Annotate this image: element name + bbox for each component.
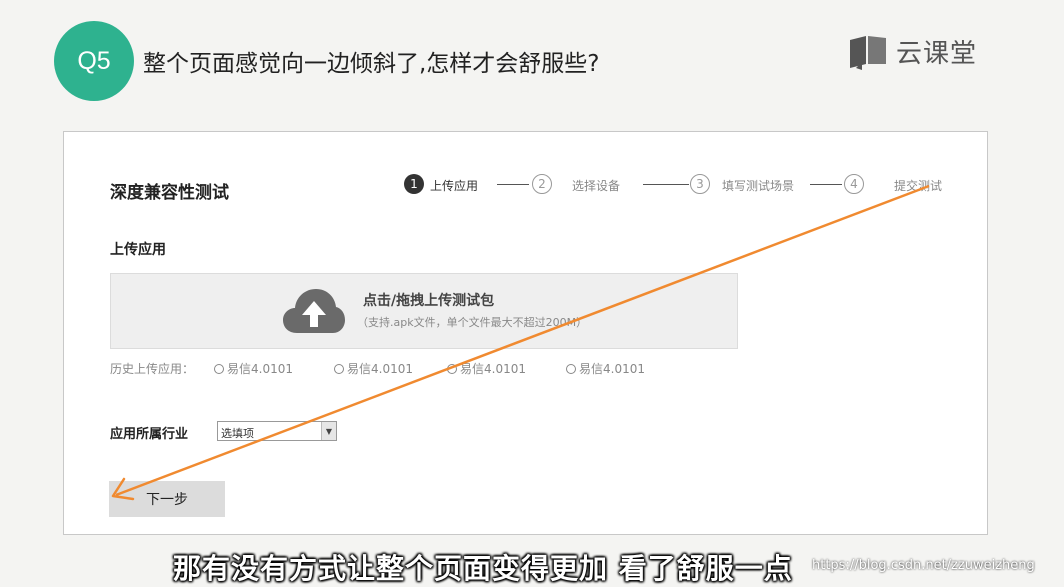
upload-hint: （支持.apk文件，单个文件最大不超过200M） [357, 316, 588, 329]
industry-select[interactable]: 选填项 ▼ [217, 421, 337, 441]
upload-dropzone[interactable]: 点击/拖拽上传测试包 （支持.apk文件，单个文件最大不超过200M） [110, 273, 738, 349]
video-subtitle: 那有没有方式让整个页面变得更加 看了舒服一点 [173, 552, 793, 585]
book-logo-icon [850, 35, 886, 70]
radio-button[interactable] [566, 363, 576, 374]
history-item-label: 易信4.0101 [347, 362, 413, 376]
form-title: 深度兼容性测试 [110, 183, 229, 203]
radio-button[interactable] [447, 363, 457, 374]
industry-label: 应用所属行业 [110, 427, 189, 442]
history-radio-item[interactable]: 易信4.0101 [447, 360, 526, 377]
step-2-label: 选择设备 [572, 179, 621, 193]
upload-title: 点击/拖拽上传测试包 [363, 293, 495, 309]
chevron-down-icon[interactable]: ▼ [321, 422, 336, 440]
step-connector [497, 184, 529, 185]
brand-name: 云课堂 [896, 39, 978, 69]
step-3-label: 填写测试场景 [722, 179, 795, 193]
history-radio-item[interactable]: 易信4.0101 [334, 360, 413, 377]
question-text: 整个页面感觉向一边倾斜了,怎样才会舒服些? [143, 51, 600, 77]
form-panel: 深度兼容性测试 1 上传应用 2 选择设备 3 填写测试场景 4 提交测试 上传… [63, 131, 988, 535]
radio-button[interactable] [334, 363, 344, 374]
step-2-number: 2 [532, 174, 552, 194]
next-step-button[interactable]: 下一步 [109, 481, 225, 517]
industry-select-value: 选填项 [221, 427, 254, 440]
step-1-number: 1 [404, 174, 424, 194]
step-connector [643, 184, 689, 185]
step-3-number: 3 [690, 174, 710, 194]
history-radio-item[interactable]: 易信4.0101 [566, 360, 645, 377]
history-item-label: 易信4.0101 [227, 362, 293, 376]
step-4-label: 提交测试 [894, 179, 943, 193]
radio-button[interactable] [214, 363, 224, 374]
brand-logo: 云课堂 [848, 33, 977, 70]
question-badge: Q5 [54, 21, 134, 101]
upload-section-label: 上传应用 [110, 242, 166, 258]
history-item-label: 易信4.0101 [460, 362, 526, 376]
history-item-label: 易信4.0101 [579, 362, 645, 376]
step-1-label: 上传应用 [430, 179, 479, 193]
history-radio-item[interactable]: 易信4.0101 [214, 360, 293, 377]
watermark: https://blog.csdn.net/zzuweizheng [812, 558, 1035, 573]
history-label: 历史上传应用： [110, 362, 195, 376]
step-4-number: 4 [844, 174, 864, 194]
step-connector [810, 184, 842, 185]
cloud-upload-icon [283, 289, 345, 333]
